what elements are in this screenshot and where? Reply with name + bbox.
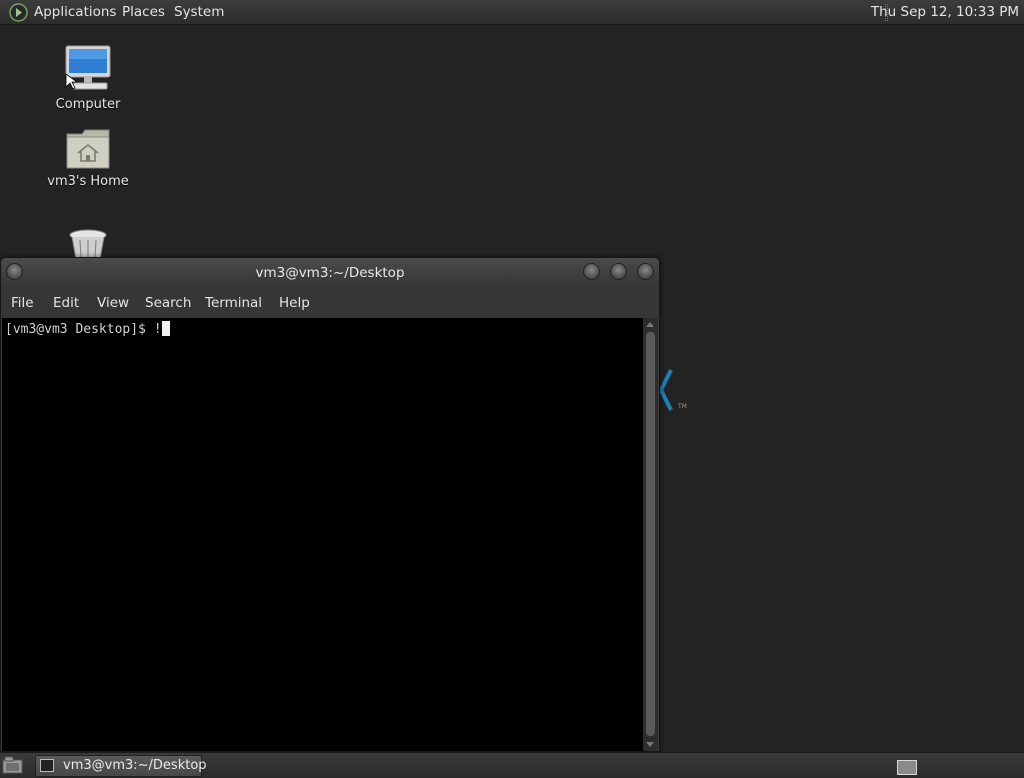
clock[interactable]: Thu Sep 12, 10:33 PM — [871, 4, 1019, 20]
desktop-icon-label: vm3's Home — [47, 174, 129, 189]
centos-logo-icon: TM — [658, 369, 687, 411]
text-cursor — [161, 321, 170, 336]
system-menu[interactable]: System — [174, 4, 224, 20]
window-title: vm3@vm3:~/Desktop — [255, 265, 405, 281]
taskbar-button-label: vm3@vm3:~/Desktop — [63, 758, 207, 773]
trash-icon — [69, 229, 107, 259]
desktop-icon-home[interactable]: vm3's Home — [40, 128, 136, 189]
desktop-icon-label: Computer — [55, 97, 121, 112]
terminal-icon — [40, 759, 54, 772]
window-titlebar[interactable]: vm3@vm3:~/Desktop — [1, 258, 659, 288]
menu-terminal[interactable]: Terminal — [205, 295, 262, 311]
scroll-up-arrow-icon[interactable] — [646, 322, 654, 327]
terminal-output[interactable]: [vm3@vm3 Desktop]$ ! — [2, 318, 644, 751]
scroll-thumb[interactable] — [646, 332, 655, 736]
applications-logo-icon[interactable] — [9, 3, 28, 22]
menu-file[interactable]: File — [11, 295, 34, 311]
svg-text:TM: TM — [677, 403, 687, 410]
prompt-line: [vm3@vm3 Desktop]$ ! — [5, 322, 162, 337]
computer-icon — [65, 45, 111, 90]
top-panel: Applications Places System Thu Sep 12, 1… — [0, 0, 1024, 25]
desktop-icon-computer[interactable]: Computer — [40, 45, 136, 112]
menu-edit[interactable]: Edit — [53, 295, 79, 311]
minimize-button[interactable] — [583, 263, 600, 280]
home-folder-icon — [66, 129, 110, 169]
terminal-scrollbar[interactable] — [643, 318, 658, 751]
places-menu[interactable]: Places — [122, 4, 165, 20]
maximize-button[interactable] — [610, 263, 627, 280]
show-desktop-icon[interactable] — [2, 756, 24, 775]
taskbar-terminal-button[interactable]: vm3@vm3:~/Desktop — [35, 755, 207, 777]
menu-help[interactable]: Help — [279, 295, 310, 311]
menu-search[interactable]: Search — [145, 295, 191, 311]
workspace-switcher[interactable] — [897, 760, 917, 775]
bottom-panel: vm3@vm3:~/Desktop — [0, 752, 1024, 778]
menu-view[interactable]: View — [97, 295, 129, 311]
close-button[interactable] — [637, 263, 654, 280]
scroll-down-arrow-icon[interactable] — [646, 742, 654, 747]
terminal-window[interactable]: vm3@vm3:~/Desktop File Edit View Search … — [0, 257, 660, 752]
applications-menu[interactable]: Applications — [34, 4, 116, 20]
terminal-menubar: File Edit View Search Terminal Help — [1, 288, 659, 318]
